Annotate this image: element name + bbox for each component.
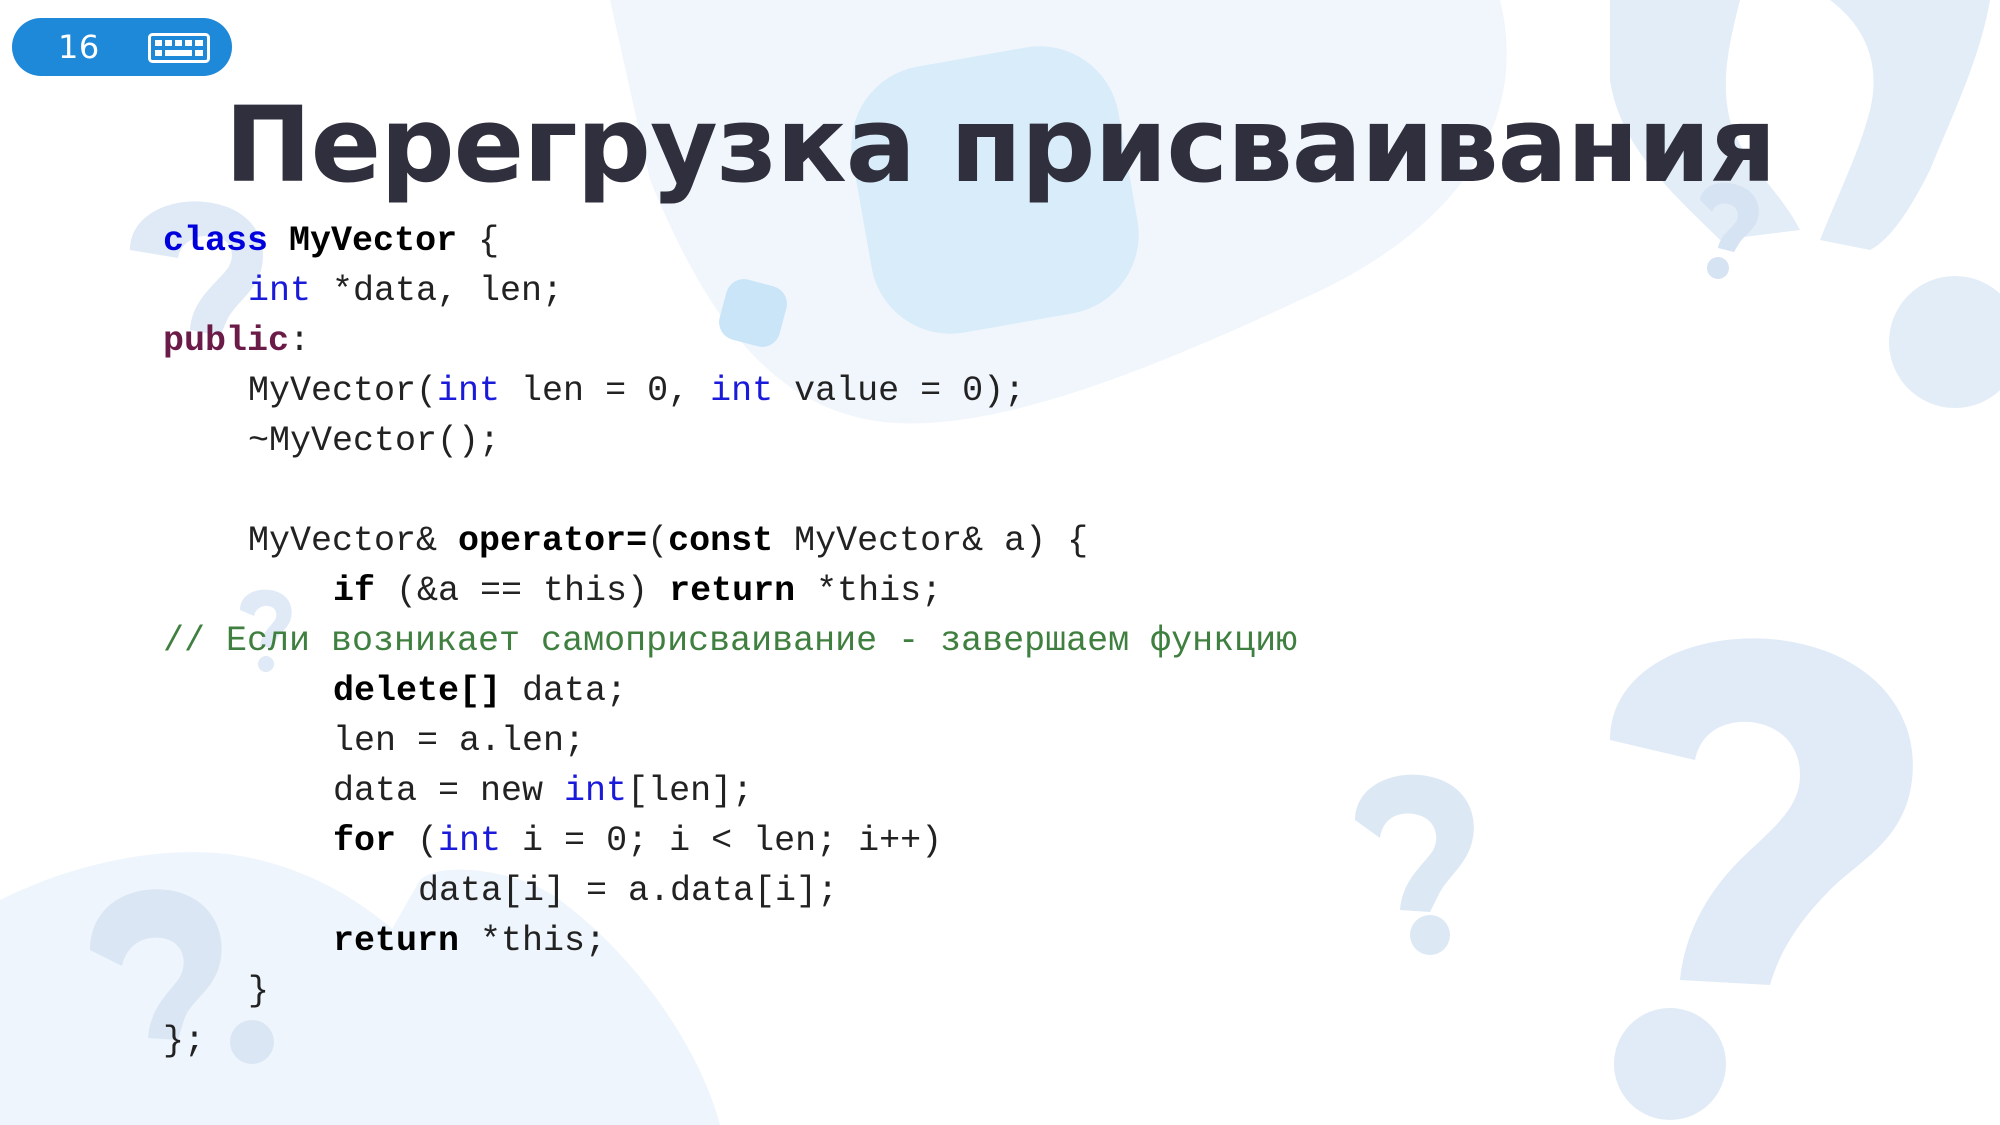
code-keyword: return [669, 571, 796, 611]
slide-title: Перегрузка присваивания [224, 84, 1777, 206]
keyboard-icon [148, 33, 210, 63]
code-line-12: data = new int[len]; [163, 766, 1563, 816]
code-keyword: class [163, 221, 269, 261]
code-text: *this; [459, 921, 607, 961]
code-line-2: int *data, len; [163, 266, 1563, 316]
code-text: data[i] = a.data[i]; [418, 871, 839, 911]
code-line-9: // Если возникает самоприсваивание - зав… [163, 616, 1563, 666]
code-text: data = new [333, 771, 565, 811]
code-text: [len]; [627, 771, 754, 811]
code-type: int [437, 371, 501, 411]
code-keyword: if [333, 571, 376, 611]
code-operator: operator= [458, 521, 648, 561]
code-line-8: if (&a == this) return *this; [163, 566, 1563, 616]
code-block: class MyVector { int *data, len; public:… [163, 216, 1563, 1066]
code-line-4: MyVector(int len = 0, int value = 0); [163, 366, 1563, 416]
code-text: { [457, 221, 500, 261]
code-keyword: const [668, 521, 774, 561]
code-keyword: for [333, 821, 397, 861]
code-keyword: return [333, 921, 460, 961]
code-line-5: ~MyVector(); [163, 416, 1563, 466]
code-text: ( [647, 521, 669, 561]
code-text: ~MyVector(); [248, 421, 501, 461]
code-line-10: delete[] data; [163, 666, 1563, 716]
code-text: i = 0; i < len; i++) [501, 821, 943, 861]
question-mark-large-right-decoration [1610, 638, 1913, 1120]
code-text: *data, len; [311, 271, 564, 311]
code-text: (&a == this) [375, 571, 670, 611]
slide: 16 Перегрузка присваивания class MyVecto… [0, 0, 2000, 1125]
code-text: MyVector( [248, 371, 438, 411]
code-type: int [564, 771, 628, 811]
code-line-1: class MyVector { [163, 216, 1563, 266]
code-keyword: delete[] [333, 671, 502, 711]
code-access-specifier: public [163, 321, 290, 361]
code-text: data; [501, 671, 628, 711]
code-line-15: return *this; [163, 916, 1563, 966]
code-line-16: } [163, 966, 1563, 1016]
code-text: *this; [795, 571, 943, 611]
code-text: len = 0, [500, 371, 711, 411]
code-line-7: MyVector& operator=(const MyVector& a) { [163, 516, 1563, 566]
code-type: int [710, 371, 774, 411]
code-class-name: MyVector [289, 221, 458, 261]
code-text: ( [396, 821, 439, 861]
code-text: : [289, 321, 311, 361]
code-text: } [248, 971, 270, 1011]
code-line-17: }; [163, 1016, 1563, 1066]
slide-number: 16 [58, 28, 100, 66]
code-type: int [438, 821, 502, 861]
code-text: len = a.len; [333, 721, 586, 761]
code-text: }; [163, 1021, 206, 1061]
code-line-13: for (int i = 0; i < len; i++) [163, 816, 1563, 866]
code-text: MyVector& [248, 521, 459, 561]
code-line-14: data[i] = a.data[i]; [163, 866, 1563, 916]
slide-number-badge: 16 [12, 18, 232, 76]
code-type: int [248, 271, 312, 311]
code-line-3: public: [163, 316, 1563, 366]
code-text: value = 0); [773, 371, 1026, 411]
code-line-11: len = a.len; [163, 716, 1563, 766]
code-text: MyVector& a) { [773, 521, 1089, 561]
code-comment: // Если возникает самоприсваивание - зав… [163, 621, 1298, 661]
